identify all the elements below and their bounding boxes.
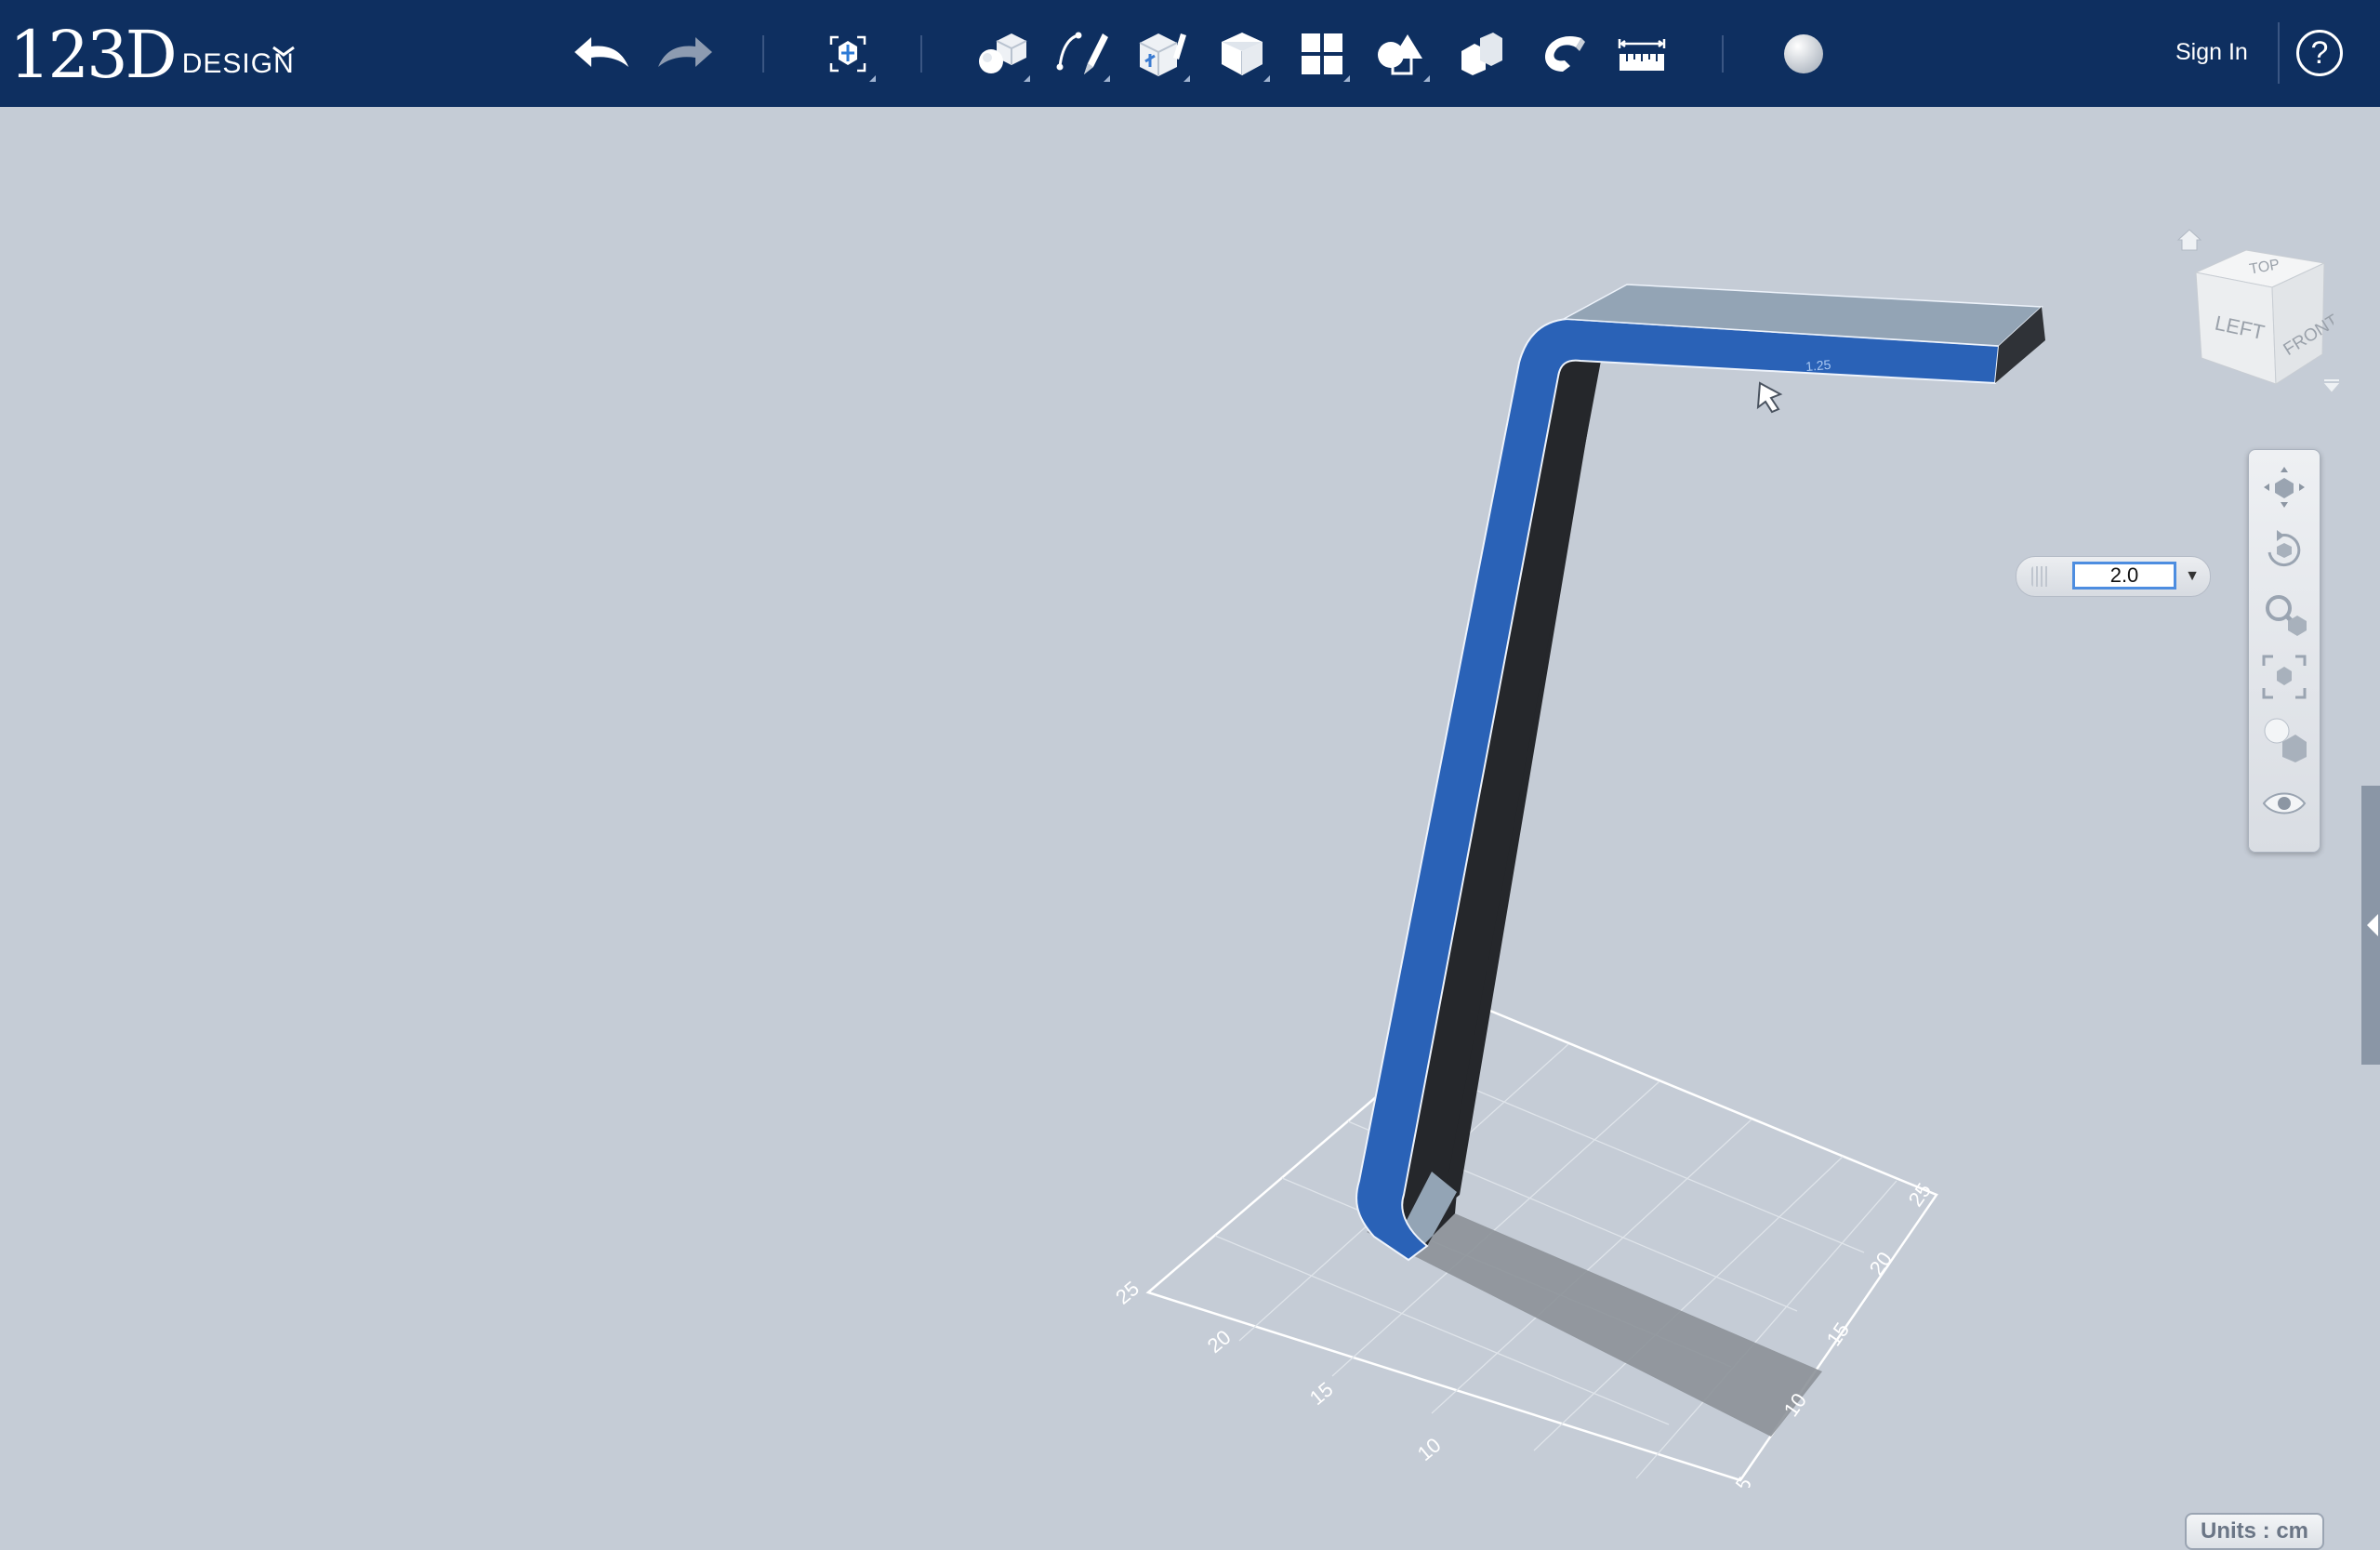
sketch-button[interactable]	[1049, 20, 1116, 87]
chevron-down-icon[interactable]: ▼	[2182, 564, 2202, 589]
undo-arrow-icon	[575, 37, 628, 67]
pattern-button[interactable]	[1289, 20, 1355, 87]
redo-button[interactable]	[651, 20, 718, 87]
grouping-icon	[1378, 34, 1422, 75]
material-view-icon	[2264, 718, 2307, 762]
undo-button[interactable]	[569, 20, 636, 87]
combine-icon	[1461, 33, 1502, 75]
redo-arrow-icon	[658, 37, 712, 67]
submenu-indicator	[1024, 75, 1030, 82]
app-menu-chevron-icon[interactable]	[270, 41, 298, 61]
transform-icon	[829, 35, 866, 73]
toolbar-divider	[762, 35, 764, 73]
mouse-cursor-icon	[1756, 381, 1783, 414]
submenu-indicator	[1263, 75, 1270, 82]
combine-button[interactable]	[1448, 20, 1515, 87]
3d-viewport[interactable]: 25 20 15 10 25 20 15 10 5 1.25 TOP LEFT …	[0, 107, 2380, 1550]
construct-button[interactable]	[1129, 20, 1196, 87]
help-button[interactable]: ?	[2296, 30, 2343, 76]
scene-canvas[interactable]: 25 20 15 10 25 20 15 10 5 1.25	[0, 107, 2380, 1488]
construct-icon	[1139, 33, 1186, 76]
value-input-widget: ▼	[2016, 556, 2211, 597]
pattern-icon	[1302, 33, 1342, 74]
sketch-icon	[1056, 32, 1108, 74]
snap-button[interactable]	[1528, 20, 1595, 87]
pan-button[interactable]	[2258, 461, 2310, 513]
logo-number: 123D	[9, 17, 178, 93]
ground-grid: 25 20 15 10 25 20 15 10 5	[1111, 1005, 1938, 1488]
grid-label: 20	[1865, 1248, 1897, 1279]
grid-label: 10	[1413, 1433, 1446, 1465]
expand-panel-icon[interactable]	[2361, 907, 2380, 944]
toolbar-divider	[920, 35, 922, 73]
submenu-indicator	[1423, 75, 1430, 82]
visibility-button[interactable]	[2258, 777, 2310, 829]
orbit-icon	[2268, 530, 2301, 567]
measure-ruler-icon	[1618, 39, 1666, 71]
submenu-indicator	[1104, 75, 1110, 82]
view-cube-menu-icon[interactable]	[2322, 378, 2341, 393]
submenu-indicator	[1343, 75, 1350, 82]
fit-view-button[interactable]	[2258, 651, 2310, 703]
toolbar-divider	[2278, 22, 2280, 84]
submenu-indicator	[1183, 75, 1190, 82]
view-cube[interactable]: TOP LEFT FRONT	[2185, 245, 2343, 403]
drag-handle[interactable]	[2031, 566, 2050, 587]
measure-button[interactable]	[1608, 20, 1675, 87]
app-logo[interactable]: 123D DESIGN	[9, 13, 295, 87]
visibility-eye-icon	[2262, 792, 2307, 815]
material-view-button[interactable]	[2258, 714, 2310, 766]
sign-in-link[interactable]: Sign In	[2175, 39, 2248, 66]
zoom-icon	[2266, 595, 2307, 636]
transform-button[interactable]	[814, 20, 881, 87]
pan-icon	[2264, 467, 2305, 508]
units-badge[interactable]: Units : cm	[2185, 1513, 2324, 1550]
grouping-button[interactable]	[1368, 20, 1435, 87]
grid-label: 20	[1203, 1325, 1236, 1358]
material-button[interactable]	[1770, 20, 1837, 87]
top-toolbar: 123D DESIGN Sign In ?	[0, 0, 2380, 107]
value-input[interactable]	[2072, 562, 2176, 590]
zoom-button[interactable]	[2258, 588, 2310, 640]
lamp-model[interactable]: 1.25	[1355, 284, 2045, 1262]
navigation-bar	[2248, 449, 2320, 853]
snap-magnet-icon	[1544, 35, 1585, 72]
dimension-tag: 1.25	[1805, 357, 1831, 374]
orbit-button[interactable]	[2258, 524, 2310, 576]
submenu-indicator	[869, 75, 876, 82]
grid-label: 25	[1111, 1277, 1144, 1309]
modify-button[interactable]	[1209, 20, 1276, 87]
primitives-button[interactable]	[969, 20, 1036, 87]
toolbar-divider	[1722, 35, 1724, 73]
fit-icon	[2262, 655, 2307, 699]
primitives-icon	[979, 33, 1027, 73]
grid-label: 15	[1305, 1377, 1338, 1410]
material-sphere-icon	[1784, 34, 1823, 73]
modify-icon	[1222, 33, 1263, 75]
